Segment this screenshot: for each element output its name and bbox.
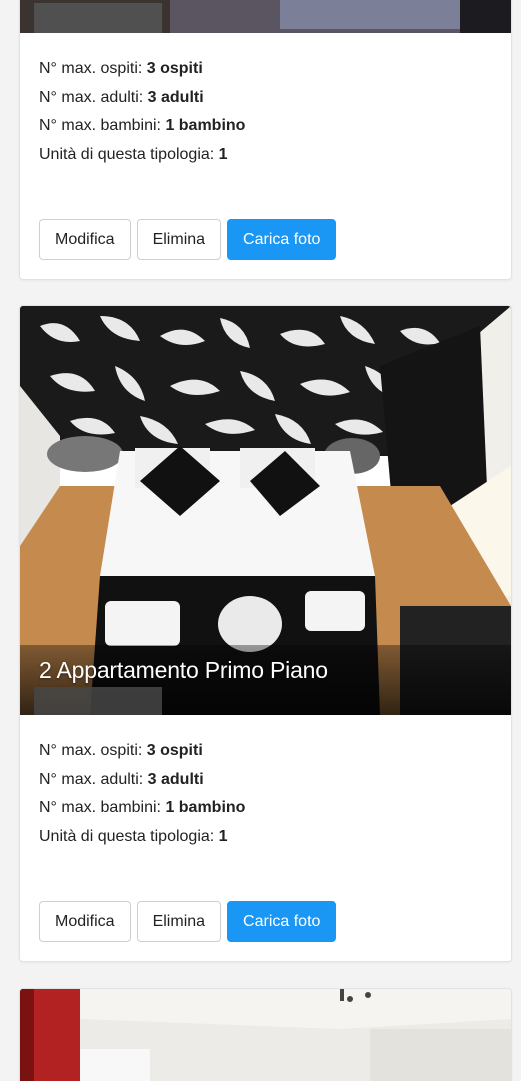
- max-adults-label: N° max. adulti:: [39, 88, 148, 106]
- max-children-label: N° max. bambini:: [39, 799, 166, 816]
- max-guests-row: N° max. ospiti: 3 ospiti: [39, 55, 492, 84]
- upload-photo-button[interactable]: Carica foto: [227, 901, 337, 942]
- room-photo: [20, 0, 511, 33]
- max-adults-value: 3 adulti: [147, 88, 204, 106]
- units-value: 1: [218, 145, 228, 163]
- card-actions: Modifica Elimina Carica foto: [39, 901, 337, 942]
- delete-button[interactable]: Elimina: [136, 219, 222, 260]
- room-card: 2 Appartamento Primo Piano N° max. ospit…: [19, 305, 512, 962]
- max-guests-row: N° max. ospiti: 3 ospiti: [39, 737, 492, 766]
- max-guests-value: 3 ospiti: [146, 60, 203, 77]
- room-photo: 2 Appartamento Primo Piano: [20, 306, 511, 715]
- max-children-label: N° max. bambini:: [39, 117, 166, 134]
- max-adults-value: 3 adulti: [147, 770, 204, 788]
- units-value: 1: [218, 827, 228, 845]
- max-guests-value: 3 ospiti: [146, 742, 203, 759]
- max-adults-label: N° max. adulti:: [39, 770, 148, 788]
- room-details: N° max. ospiti: 3 ospiti N° max. adulti:…: [20, 715, 511, 851]
- room-photo-image: [20, 989, 511, 1081]
- max-adults-row: N° max. adulti: 3 adulti: [39, 84, 492, 113]
- max-guests-label: N° max. ospiti:: [39, 60, 147, 77]
- photo-caption-placeholder: [34, 687, 162, 715]
- units-label: Unità di questa tipologia:: [39, 827, 219, 845]
- edit-button[interactable]: Modifica: [39, 901, 131, 942]
- max-children-row: N° max. bambini: 1 bambino: [39, 112, 492, 141]
- max-children-value: 1 bambino: [165, 117, 246, 134]
- max-guests-label: N° max. ospiti:: [39, 742, 147, 759]
- units-row: Unità di questa tipologia: 1: [39, 823, 492, 852]
- room-photo: [20, 989, 511, 1081]
- room-title: 2 Appartamento Primo Piano: [39, 657, 328, 683]
- delete-button[interactable]: Elimina: [136, 901, 222, 942]
- units-row: Unità di questa tipologia: 1: [39, 141, 492, 170]
- max-children-value: 1 bambino: [165, 799, 246, 816]
- room-details: N° max. ospiti: 3 ospiti N° max. adulti:…: [20, 33, 511, 169]
- card-actions: Modifica Elimina Carica foto: [39, 219, 337, 260]
- room-card: N° max. ospiti: 3 ospiti N° max. adulti:…: [19, 0, 512, 280]
- max-children-row: N° max. bambini: 1 bambino: [39, 794, 492, 823]
- upload-photo-button[interactable]: Carica foto: [227, 219, 337, 260]
- max-adults-row: N° max. adulti: 3 adulti: [39, 766, 492, 795]
- room-photo-image: [20, 0, 511, 33]
- room-card: [19, 988, 512, 1081]
- units-label: Unità di questa tipologia:: [39, 145, 219, 163]
- edit-button[interactable]: Modifica: [39, 219, 131, 260]
